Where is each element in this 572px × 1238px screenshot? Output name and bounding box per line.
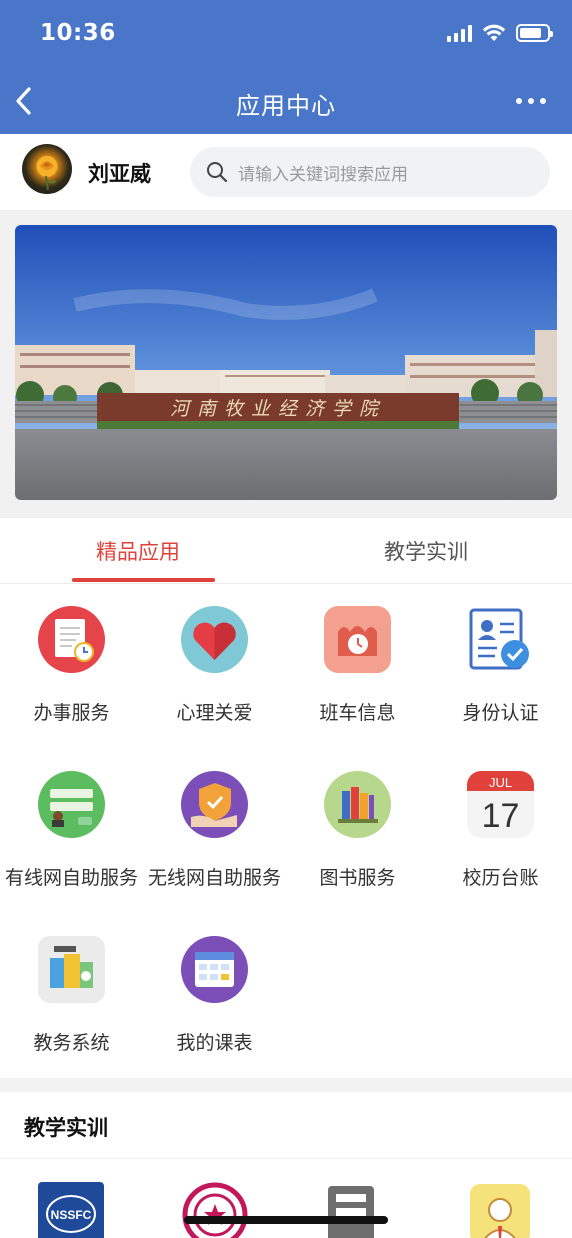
app-office-services[interactable]: 办事服务 [0,584,143,744]
id-card-check-icon [469,608,529,670]
username: 刘亚威 [88,162,151,186]
app-label: 图书服务 [319,867,396,889]
app-identity-verify[interactable]: 身份认证 [429,584,572,744]
app-academic-system[interactable]: 教务系统 [0,914,143,1074]
battery-icon [516,24,553,42]
heart-icon [181,606,248,673]
bus-schedule-icon [324,606,391,673]
app-bus-info[interactable]: 班车信息 [286,584,429,744]
campus-gate-image: 河南牧业经济学院 [15,225,557,500]
books-icon [324,771,391,838]
app-user-profile[interactable] [468,1182,534,1238]
app-label: 身份认证 [462,702,539,724]
app-label: 班车信息 [319,702,396,724]
battery-level [520,28,541,38]
search-placeholder: 请输入关键词搜索应用 [238,165,408,185]
app-label: 教务系统 [33,1032,110,1054]
tab-featured-apps[interactable]: 精品应用 [96,536,180,566]
cellular-signal-icon [447,24,472,42]
app-school-calendar[interactable]: JUL 17 校历台账 [429,749,572,909]
more-dots-icon[interactable] [516,98,546,104]
document-clock-icon [38,606,105,673]
app-nssfc[interactable]: NSSFC [38,1182,104,1238]
app-tabs: 精品应用 教学实训 [0,518,572,584]
tab-teaching-training[interactable]: 教学实训 [384,536,468,566]
wifi-icon [482,24,506,41]
nssfc-badge-text: NSSFC [51,1208,92,1222]
user-bar: 刘亚威 请输入关键词搜索应用 [0,134,572,210]
page-title: 应用中心 [236,92,336,120]
app-label: 校历台账 [462,867,539,889]
search-input[interactable]: 请输入关键词搜索应用 [190,147,550,197]
app-label: 办事服务 [33,702,110,724]
home-indicator[interactable] [184,1216,388,1224]
app-printer[interactable] [324,1182,390,1238]
app-label: 无线网自助服务 [147,867,281,889]
user-avatar-icon [470,1184,530,1238]
nssfc-logo-icon: NSSFC [38,1182,104,1238]
academic-system-icon [38,936,105,1003]
avatar[interactable] [22,144,72,194]
app-label: 有线网自助服务 [4,867,138,889]
wired-network-icon [38,771,105,838]
app-wired-network[interactable]: 有线网自助服务 [0,749,143,909]
app-library[interactable]: 图书服务 [286,749,429,909]
section-title: 教学实训 [24,1116,108,1140]
app-label: 我的课表 [176,1032,253,1054]
top-bar: 10:36 应用中心 [0,0,572,134]
search-icon [207,162,228,183]
banner-sign-text: 河南牧业经济学院 [170,398,386,420]
campus-banner[interactable]: 河南牧业经济学院 [15,225,557,500]
calendar-month: JUL [489,775,512,790]
printer-icon [328,1186,374,1238]
calendar-day: 17 [482,797,520,835]
app-mental-care[interactable]: 心理关爱 [143,584,286,744]
section-divider [0,1078,572,1092]
divider [0,1158,572,1159]
rose-avatar-icon [37,156,57,191]
app-emblem[interactable] [182,1182,248,1238]
app-label: 心理关爱 [176,702,253,724]
emblem-icon [182,1182,248,1238]
active-tab-indicator [72,578,215,582]
calendar-icon: JUL 17 [467,771,534,838]
app-grid: 办事服务 心理关爱 班车信息 身份认证 有线网自助服务 无线网自助服务 图书服务… [0,584,572,1078]
status-time: 10:36 [40,20,116,46]
timetable-icon [181,936,248,1003]
app-wireless-network[interactable]: 无线网自助服务 [143,749,286,909]
app-my-timetable[interactable]: 我的课表 [143,914,286,1074]
wireless-shield-icon [181,771,248,838]
status-icons [447,24,553,42]
